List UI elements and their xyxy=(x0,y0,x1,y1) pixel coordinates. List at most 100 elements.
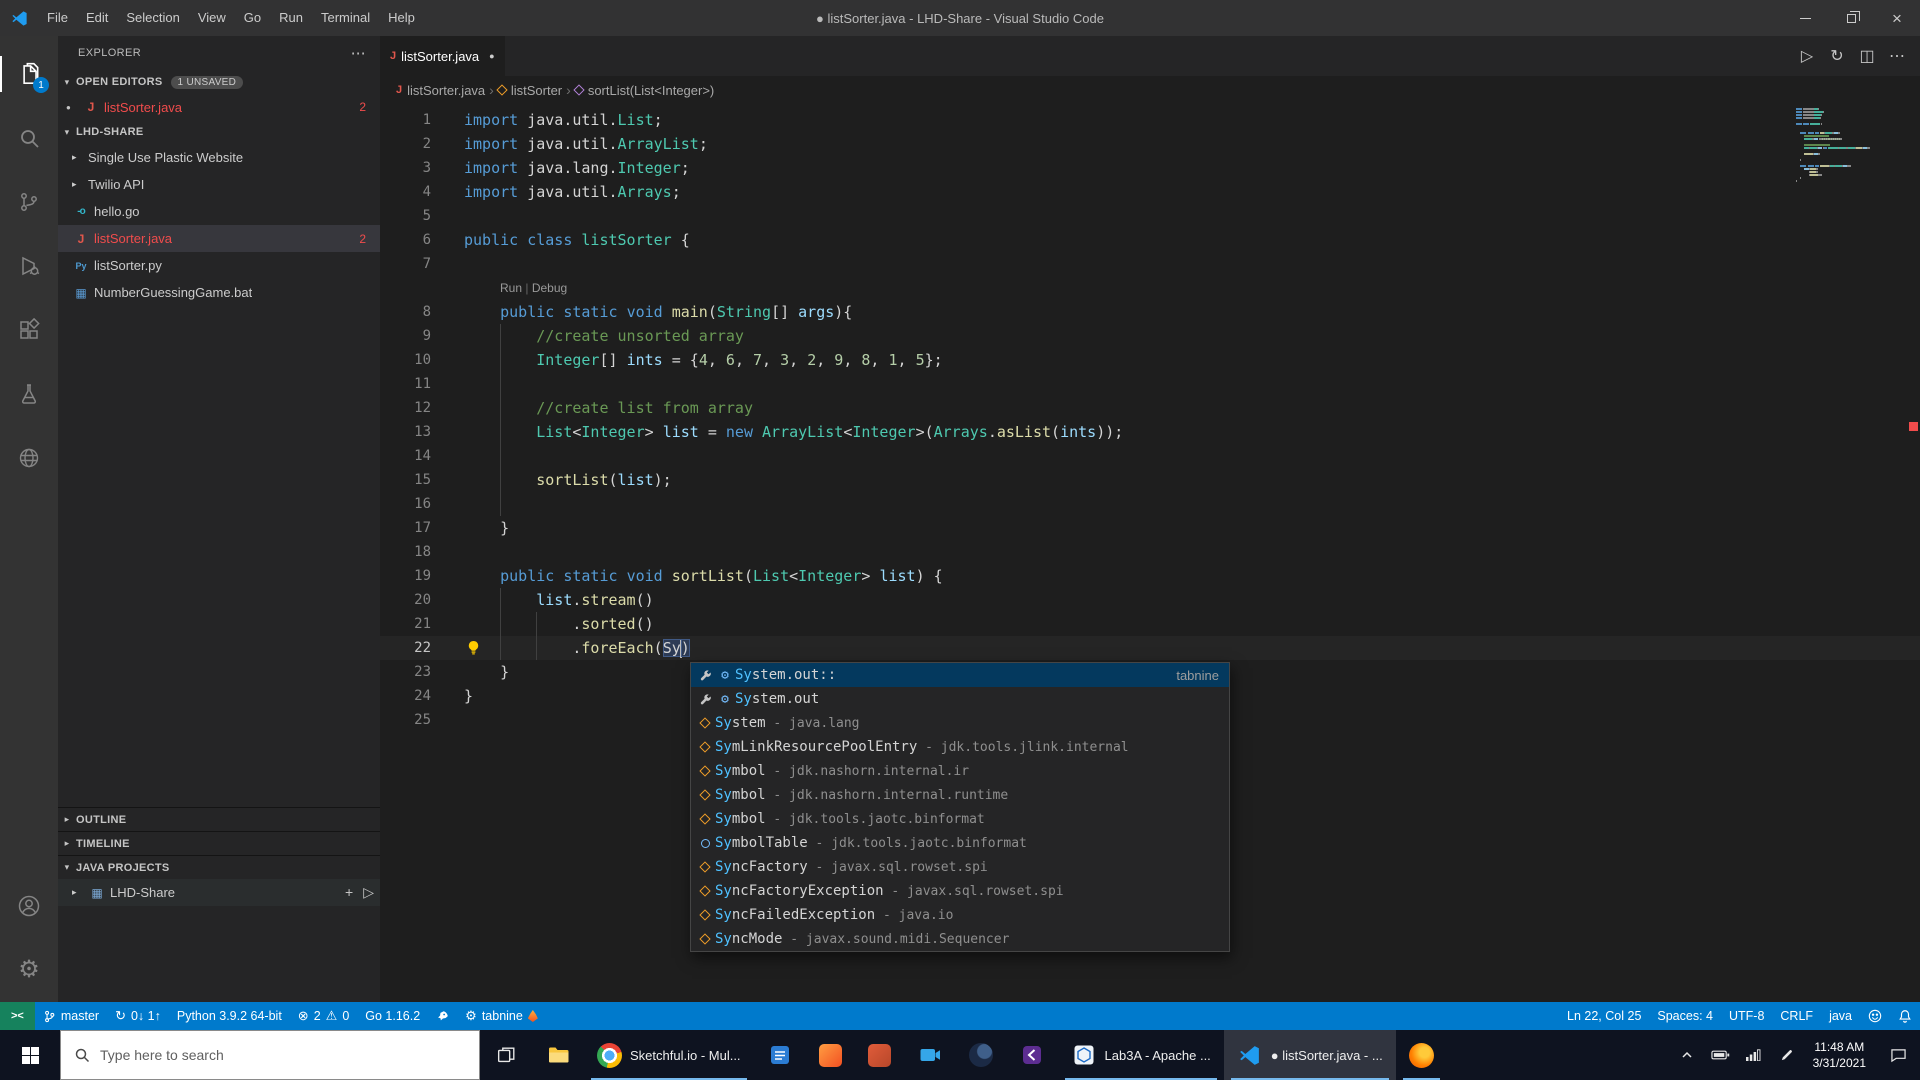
close-button[interactable]: × xyxy=(1874,0,1920,36)
tray-action-center[interactable] xyxy=(1876,1030,1920,1080)
code-editor[interactable]: 1 import java.util.List; 2 import java.util… xyxy=(380,104,1920,1002)
line-number[interactable]: 25 xyxy=(380,708,464,732)
open-editor-item[interactable]: ● JlistSorter.java 2 xyxy=(58,94,380,120)
status-indentation[interactable]: Spaces: 4 xyxy=(1649,1002,1721,1030)
line-number[interactable] xyxy=(380,276,464,300)
menu-run[interactable]: Run xyxy=(270,0,312,36)
lightbulb-icon[interactable] xyxy=(466,640,482,656)
line-number[interactable]: 19 xyxy=(380,564,464,588)
tree-item-listsorter-java[interactable]: JlistSorter.java 2 xyxy=(58,225,380,252)
run-icon[interactable]: ▷ xyxy=(1792,41,1822,71)
status-go-version[interactable]: Go 1.16.2 xyxy=(357,1002,428,1030)
line-number[interactable]: 14 xyxy=(380,444,464,468)
line-number[interactable]: 22 xyxy=(380,636,464,660)
tray-hidden-icons[interactable] xyxy=(1671,1030,1704,1080)
line-number[interactable]: 9 xyxy=(380,324,464,348)
line-number[interactable]: 4 xyxy=(380,180,464,204)
restore-button[interactable] xyxy=(1828,0,1874,36)
minimize-button[interactable] xyxy=(1782,0,1828,36)
line-number[interactable]: 10 xyxy=(380,348,464,372)
suggest-item[interactable]: SyncMode - javax.sound.midi.Sequencer xyxy=(691,927,1229,951)
tab-listsorter-java[interactable]: J listSorter.java ● xyxy=(380,36,505,76)
suggest-item[interactable]: ⚙ System.out xyxy=(691,687,1229,711)
java-project-item[interactable]: ▸ ▦ LHD-Share + ▷ xyxy=(58,879,380,906)
suggest-item[interactable]: SymbolTable - jdk.tools.jaotc.binformat xyxy=(691,831,1229,855)
breadcrumb-item[interactable]: sortList(List<Integer>) xyxy=(573,83,714,98)
status-notifications[interactable] xyxy=(1890,1002,1920,1030)
section-folder[interactable]: ▾ LHD-SHARE xyxy=(58,120,380,144)
activitybar-testing[interactable] xyxy=(0,362,58,426)
line-number[interactable]: 23 xyxy=(380,660,464,684)
tree-item-numberguessinggame-bat[interactable]: ▦ NumberGuessingGame.bat xyxy=(58,279,380,306)
menu-edit[interactable]: Edit xyxy=(77,0,117,36)
menu-view[interactable]: View xyxy=(189,0,235,36)
status-python-interpreter[interactable]: Python 3.9.2 64-bit xyxy=(169,1002,290,1030)
line-number[interactable]: 12 xyxy=(380,396,464,420)
status-remote-indicator[interactable]: >< xyxy=(0,1002,35,1030)
menu-file[interactable]: File xyxy=(38,0,77,36)
line-number[interactable]: 16 xyxy=(380,492,464,516)
taskbar-task-view[interactable] xyxy=(480,1030,532,1080)
line-number[interactable]: 11 xyxy=(380,372,464,396)
dirty-indicator-icon[interactable]: ● xyxy=(489,51,494,61)
line-number[interactable]: 15 xyxy=(380,468,464,492)
status-eol[interactable]: CRLF xyxy=(1772,1002,1821,1030)
status-problems[interactable]: ⊗ 2 ⚠ 0 xyxy=(290,1002,357,1030)
taskbar-netbeans-window[interactable]: Lab3A - Apache ... xyxy=(1058,1030,1224,1080)
section-timeline[interactable]: ▸ TIMELINE xyxy=(58,831,380,855)
run-or-debug-icon[interactable]: ↻ xyxy=(1822,41,1852,71)
tree-item-listsorter-py[interactable]: Py listSorter.py xyxy=(58,252,380,279)
activitybar-search[interactable] xyxy=(0,106,58,170)
suggest-item[interactable]: Symbol - jdk.nashorn.internal.ir xyxy=(691,759,1229,783)
status-git-sync[interactable]: ↻ 0↓ 1↑ xyxy=(107,1002,169,1030)
status-git-branch[interactable]: master xyxy=(35,1002,107,1030)
play-icon[interactable]: ▷ xyxy=(363,884,374,901)
plus-icon[interactable]: + xyxy=(345,884,353,901)
status-tabnine[interactable]: ⚙ tabnine xyxy=(457,1002,546,1030)
taskbar-vscode-window[interactable]: ● listSorter.java - ... xyxy=(1223,1030,1396,1080)
taskbar-app-purple[interactable] xyxy=(1006,1030,1058,1080)
suggest-item[interactable]: SymLinkResourcePoolEntry - jdk.tools.jli… xyxy=(691,735,1229,759)
line-number[interactable]: 3 xyxy=(380,156,464,180)
clock[interactable]: 11:48 AM 3/31/2021 xyxy=(1803,1039,1876,1071)
tree-item-twilio-api[interactable]: ▸ Twilio API xyxy=(58,171,380,198)
line-number[interactable]: 20 xyxy=(380,588,464,612)
line-number[interactable]: 18 xyxy=(380,540,464,564)
split-editor-icon[interactable]: ◫ xyxy=(1852,41,1882,71)
suggest-item[interactable]: SyncFactory - javax.sql.rowset.spi xyxy=(691,855,1229,879)
activitybar-source-control[interactable] xyxy=(0,170,58,234)
line-number[interactable]: 8 xyxy=(380,300,464,324)
menu-help[interactable]: Help xyxy=(379,0,424,36)
codelens-debug[interactable]: Debug xyxy=(532,276,567,300)
activitybar-explorer[interactable]: 1 xyxy=(0,42,58,106)
activitybar-run-and-debug[interactable] xyxy=(0,234,58,298)
tree-item-single-use-plastic-website[interactable]: ▸ Single Use Plastic Website xyxy=(58,144,380,171)
status-encoding[interactable]: UTF-8 xyxy=(1721,1002,1772,1030)
tray-battery[interactable] xyxy=(1704,1030,1737,1080)
more-actions-icon[interactable]: ⋯ xyxy=(351,44,366,62)
line-number[interactable]: 5 xyxy=(380,204,464,228)
tray-pen[interactable] xyxy=(1770,1030,1803,1080)
taskbar-chrome-window[interactable]: Sketchful.io - Mul... xyxy=(584,1030,754,1080)
taskbar-camera-app[interactable] xyxy=(904,1030,956,1080)
taskbar-app-blue-doc[interactable] xyxy=(754,1030,806,1080)
section-outline[interactable]: ▸ OUTLINE xyxy=(58,807,380,831)
activitybar-extensions[interactable] xyxy=(0,298,58,362)
section-open-editors[interactable]: ▾ OPEN EDITORS 1 UNSAVED xyxy=(58,70,380,94)
codelens-run[interactable]: Run xyxy=(500,276,522,300)
suggest-item[interactable]: Symbol - jdk.nashorn.internal.runtime xyxy=(691,783,1229,807)
line-number[interactable]: 6 xyxy=(380,228,464,252)
minimap[interactable] xyxy=(1796,108,1906,186)
suggest-item[interactable]: Symbol - jdk.tools.jaotc.binformat xyxy=(691,807,1229,831)
tray-network[interactable] xyxy=(1737,1030,1770,1080)
section-java-projects[interactable]: ▾ JAVA PROJECTS xyxy=(58,855,380,879)
line-number[interactable]: 24 xyxy=(380,684,464,708)
more-actions-icon[interactable]: ⋯ xyxy=(1882,41,1912,71)
line-number[interactable]: 1 xyxy=(380,108,464,132)
start-button[interactable] xyxy=(0,1030,60,1080)
taskbar-app-red[interactable] xyxy=(855,1030,904,1080)
suggest-item[interactable]: ⚙ System.out:: tabnine xyxy=(691,663,1229,687)
line-number[interactable]: 13 xyxy=(380,420,464,444)
line-number[interactable]: 17 xyxy=(380,516,464,540)
suggest-item[interactable]: SyncFailedException - java.io xyxy=(691,903,1229,927)
